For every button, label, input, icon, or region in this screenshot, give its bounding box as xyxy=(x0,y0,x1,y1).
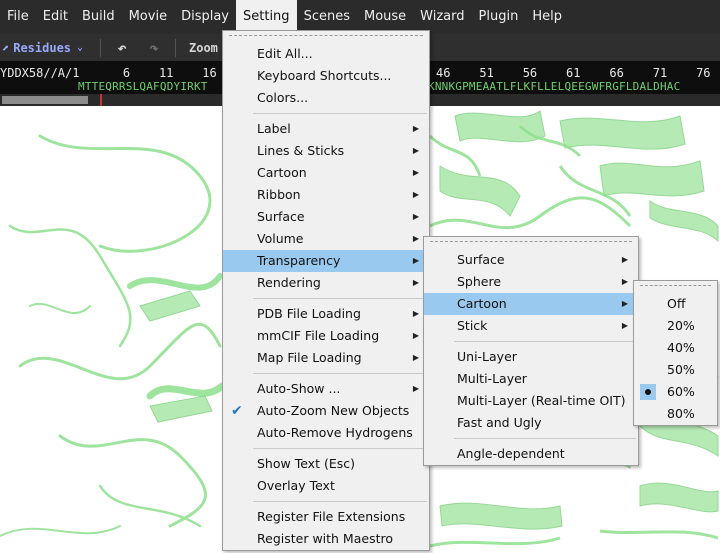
redo-icon: ↷ xyxy=(149,38,159,57)
menu-separator xyxy=(253,448,427,449)
redo-button[interactable]: ↷ xyxy=(138,39,170,57)
menu-movie[interactable]: Movie xyxy=(122,0,174,34)
selected-radio-icon xyxy=(640,384,656,400)
sequence-numbering: YDDX58//A/1 6 11 16 xyxy=(0,66,217,80)
residues-selector-button[interactable]: ⬈ Residues ⌄ xyxy=(0,41,95,55)
scrollbar-thumb[interactable] xyxy=(2,96,88,104)
menu-item-stick-transparency[interactable]: Stick ▶ xyxy=(424,315,638,337)
menu-item-overlay-text[interactable]: Overlay Text xyxy=(223,475,429,497)
menu-help[interactable]: Help xyxy=(525,0,569,34)
menu-item-register-file-extensions[interactable]: Register File Extensions xyxy=(223,506,429,528)
menubar: File Edit Build Movie Display Setting Sc… xyxy=(0,0,720,34)
submenu-arrow-icon: ▶ xyxy=(621,321,628,330)
menu-item-label[interactable]: Label ▶ xyxy=(223,118,429,140)
menu-item-volume[interactable]: Volume ▶ xyxy=(223,228,429,250)
submenu-arrow-icon: ▶ xyxy=(412,146,419,155)
toolbar-divider xyxy=(175,38,176,57)
submenu-arrow-icon: ▶ xyxy=(412,124,419,133)
submenu-arrow-icon: ▶ xyxy=(412,256,419,265)
submenu-arrow-icon: ▶ xyxy=(412,234,419,243)
sequence-residues-left[interactable]: MTTEQRRSLQAFQDYIRKT xyxy=(78,80,208,93)
submenu-arrow-icon: ▶ xyxy=(412,384,419,393)
submenu-arrow-icon: ▶ xyxy=(412,278,419,287)
checkmark-icon: ✔ xyxy=(231,403,243,419)
submenu-arrow-icon: ▶ xyxy=(412,309,419,318)
menu-item-pdb-file-loading[interactable]: PDB File Loading ▶ xyxy=(223,303,429,325)
submenu-arrow-icon: ▶ xyxy=(412,190,419,199)
submenu-arrow-icon: ▶ xyxy=(412,331,419,340)
pointer-arrow-icon: ⬈ xyxy=(2,40,10,55)
cartoon-transparency-submenu: Off 20% 40% 50% 60% 80% xyxy=(633,280,718,426)
menu-item-cartoon-transparency[interactable]: Cartoon ▶ xyxy=(424,293,638,315)
option-20-percent[interactable]: 20% xyxy=(634,315,717,337)
chevron-down-icon: ⌄ xyxy=(77,42,84,53)
menu-separator xyxy=(253,373,427,374)
option-80-percent[interactable]: 80% xyxy=(634,403,717,425)
menu-item-sphere-transparency[interactable]: Sphere ▶ xyxy=(424,271,638,293)
menu-item-multi-layer-oit[interactable]: Multi-Layer (Real-time OIT) xyxy=(424,390,638,412)
sequence-position-marker xyxy=(100,94,102,106)
menu-item-auto-zoom-new-objects[interactable]: ✔ Auto-Zoom New Objects xyxy=(223,400,429,422)
submenu-arrow-icon: ▶ xyxy=(412,353,419,362)
undo-button[interactable]: ↶ xyxy=(106,39,138,57)
menu-separator xyxy=(253,501,427,502)
menu-item-rendering[interactable]: Rendering ▶ xyxy=(223,272,429,294)
menu-separator xyxy=(454,438,636,439)
sequence-residues-right[interactable]: KNNKGPMEAATLFLKFLLELQEEGWFRGFLDALDHAC xyxy=(428,80,680,93)
submenu-arrow-icon: ▶ xyxy=(621,255,628,264)
menu-build[interactable]: Build xyxy=(75,0,122,34)
menu-mouse[interactable]: Mouse xyxy=(357,0,413,34)
menu-item-surface-transparency[interactable]: Surface ▶ xyxy=(424,249,638,271)
option-50-percent[interactable]: 50% xyxy=(634,359,717,381)
transparency-submenu: Surface ▶ Sphere ▶ Cartoon ▶ Stick ▶ Uni-Lay… xyxy=(423,236,639,466)
option-60-percent[interactable]: 60% xyxy=(634,381,717,403)
menu-wizard[interactable]: Wizard xyxy=(413,0,471,34)
menu-item-uni-layer[interactable]: Uni-Layer xyxy=(424,346,638,368)
menu-edit[interactable]: Edit xyxy=(36,0,75,34)
sequence-numbering-right: 46 51 56 61 66 71 76 8 xyxy=(436,66,720,80)
submenu-arrow-icon: ▶ xyxy=(412,212,419,221)
menu-item-register-with-maestro[interactable]: Register with Maestro xyxy=(223,528,429,550)
menu-scenes[interactable]: Scenes xyxy=(297,0,357,34)
residues-label: Residues xyxy=(13,40,72,55)
zoom-label: Zoom xyxy=(189,40,218,55)
menu-file[interactable]: File xyxy=(0,0,36,34)
submenu-arrow-icon: ▶ xyxy=(621,277,628,286)
menu-separator xyxy=(253,113,427,114)
menu-item-colors[interactable]: Colors... xyxy=(223,87,429,109)
menu-item-transparency[interactable]: Transparency ▶ xyxy=(223,250,429,272)
menu-plugin[interactable]: Plugin xyxy=(472,0,526,34)
menu-item-surface[interactable]: Surface ▶ xyxy=(223,206,429,228)
menu-item-lines-sticks[interactable]: Lines & Sticks ▶ xyxy=(223,140,429,162)
menu-item-keyboard-shortcuts[interactable]: Keyboard Shortcuts... xyxy=(223,65,429,87)
menu-item-edit-all[interactable]: Edit All... xyxy=(223,43,429,65)
tear-off-handle[interactable] xyxy=(229,35,423,43)
menu-setting[interactable]: Setting xyxy=(236,0,297,34)
option-off[interactable]: Off xyxy=(634,293,717,315)
tear-off-handle[interactable] xyxy=(640,285,711,293)
submenu-arrow-icon: ▶ xyxy=(412,168,419,177)
menu-item-fast-and-ugly[interactable]: Fast and Ugly xyxy=(424,412,638,434)
menu-item-cartoon[interactable]: Cartoon ▶ xyxy=(223,162,429,184)
tear-off-handle[interactable] xyxy=(430,241,632,249)
menu-item-auto-remove-hydrogens[interactable]: Auto-Remove Hydrogens xyxy=(223,422,429,444)
setting-menu: Edit All... Keyboard Shortcuts... Colors… xyxy=(222,30,430,551)
undo-icon: ↶ xyxy=(117,38,127,57)
menu-item-auto-show[interactable]: Auto-Show ... ▶ xyxy=(223,378,429,400)
menu-item-show-text[interactable]: Show Text (Esc) xyxy=(223,453,429,475)
menu-item-mmcif-file-loading[interactable]: mmCIF File Loading ▶ xyxy=(223,325,429,347)
menu-item-angle-dependent[interactable]: Angle-dependent xyxy=(424,443,638,465)
menu-separator xyxy=(253,298,427,299)
menu-item-multi-layer[interactable]: Multi-Layer xyxy=(424,368,638,390)
option-40-percent[interactable]: 40% xyxy=(634,337,717,359)
submenu-arrow-icon: ▶ xyxy=(621,299,628,308)
menu-separator xyxy=(454,341,636,342)
menu-item-ribbon[interactable]: Ribbon ▶ xyxy=(223,184,429,206)
menu-item-map-file-loading[interactable]: Map File Loading ▶ xyxy=(223,347,429,369)
toolbar-divider xyxy=(100,38,101,57)
menu-display[interactable]: Display xyxy=(174,0,236,34)
